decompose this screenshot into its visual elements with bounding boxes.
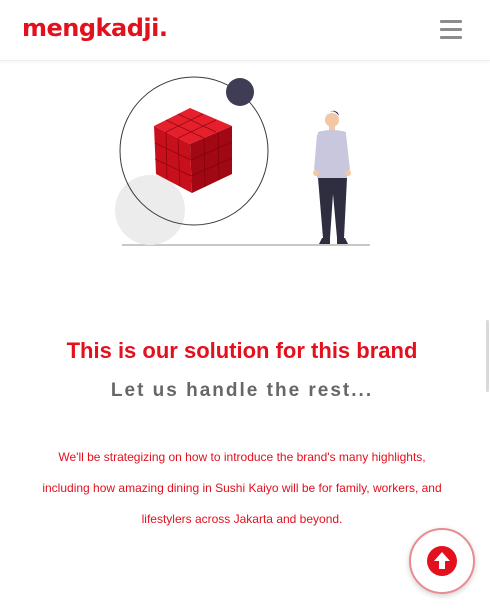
scroll-indicator[interactable] [486,320,489,392]
arrow-up-icon [434,552,450,569]
site-header: mengkadji. [0,0,490,61]
logo[interactable]: mengkadji. [22,14,168,42]
back-to-top-circle [427,546,457,576]
body-paragraph: We'll be strategizing on how to introduc… [42,450,442,526]
menu-bar [440,20,462,23]
menu-bar [440,36,462,39]
dark-circle [226,78,254,106]
hero-illustration [110,70,380,260]
back-to-top-button[interactable] [409,528,475,594]
person-with-red-cube-illustration [115,76,370,246]
page-headline: This is our solution for this brand [66,337,418,363]
page-subheadline: Let us handle the rest... [110,379,374,401]
standing-person [313,110,351,244]
menu-bar [440,28,462,31]
hamburger-menu-icon[interactable] [440,20,464,40]
